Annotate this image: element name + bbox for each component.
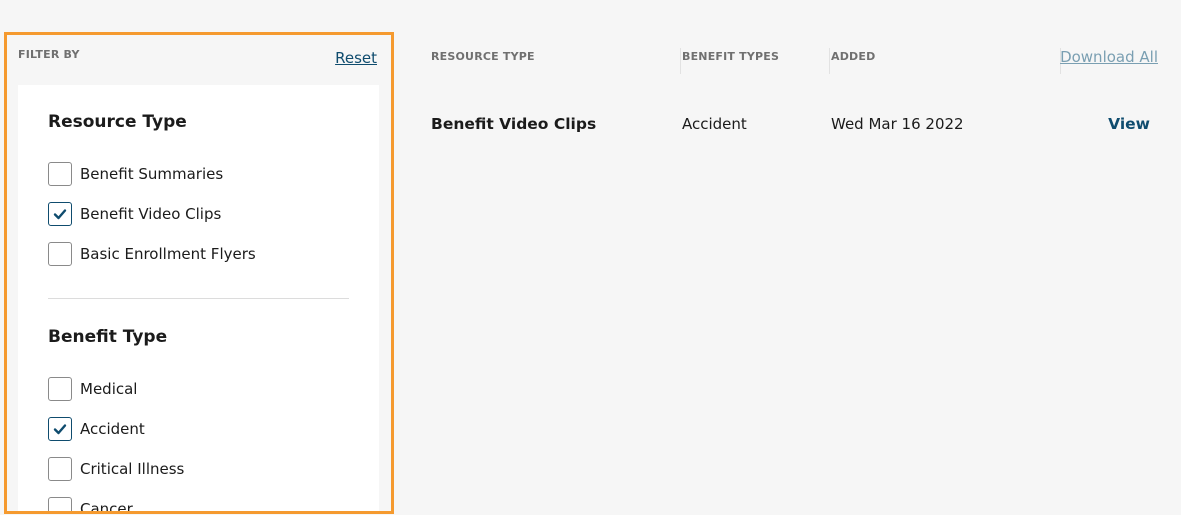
group-divider — [48, 298, 349, 299]
benefit-video-clips-checkbox[interactable] — [48, 202, 72, 226]
option-label: Benefit Summaries — [80, 165, 224, 183]
row-benefit-types: Accident — [682, 115, 747, 133]
resource-type-group-title: Resource Type — [48, 112, 187, 132]
option-basic-enrollment-flyers[interactable]: Basic Enrollment Flyers — [48, 242, 256, 266]
cancer-checkbox[interactable] — [48, 497, 72, 511]
row-resource-type: Benefit Video Clips — [431, 115, 597, 133]
reset-link[interactable]: Reset — [335, 49, 377, 67]
option-label: Medical — [80, 380, 138, 398]
option-medical[interactable]: Medical — [48, 377, 137, 401]
row-added-date: Wed Mar 16 2022 — [831, 115, 964, 133]
option-benefit-summaries[interactable]: Benefit Summaries — [48, 162, 223, 186]
column-header-resource-type[interactable]: RESOURCE TYPE — [431, 50, 535, 63]
critical-illness-checkbox[interactable] — [48, 457, 72, 481]
benefit-type-group-title: Benefit Type — [48, 327, 168, 347]
option-label: Basic Enrollment Flyers — [80, 245, 256, 263]
column-header-added[interactable]: ADDED — [831, 50, 875, 63]
option-label: Cancer — [80, 500, 133, 514]
option-label: Critical Illness — [80, 460, 185, 478]
option-benefit-video-clips[interactable]: Benefit Video Clips — [48, 202, 221, 226]
column-separator — [829, 48, 830, 74]
filter-panel: FILTER BY Reset Resource Type Benefit Su… — [4, 32, 394, 514]
column-separator — [680, 48, 681, 74]
option-label: Benefit Video Clips — [80, 205, 222, 223]
accident-checkbox[interactable] — [48, 417, 72, 441]
checkmark-icon — [53, 209, 67, 220]
column-header-benefit-types[interactable]: BENEFIT TYPES — [682, 50, 779, 63]
medical-checkbox[interactable] — [48, 377, 72, 401]
basic-enrollment-flyers-checkbox[interactable] — [48, 242, 72, 266]
option-label: Accident — [80, 420, 145, 438]
checkmark-icon — [53, 424, 67, 435]
download-all-link[interactable]: Download All — [1060, 48, 1158, 66]
option-accident[interactable]: Accident — [48, 417, 145, 441]
option-critical-illness[interactable]: Critical Illness — [48, 457, 184, 481]
filter-header: FILTER BY Reset — [18, 47, 377, 71]
view-link[interactable]: View — [1108, 115, 1150, 133]
filter-body: Resource Type Benefit Summaries Benefit … — [18, 85, 379, 514]
resources-page: FILTER BY Reset Resource Type Benefit Su… — [0, 0, 1181, 515]
option-cancer[interactable]: Cancer — [48, 497, 133, 514]
filter-by-heading: FILTER BY — [18, 48, 80, 61]
benefit-summaries-checkbox[interactable] — [48, 162, 72, 186]
